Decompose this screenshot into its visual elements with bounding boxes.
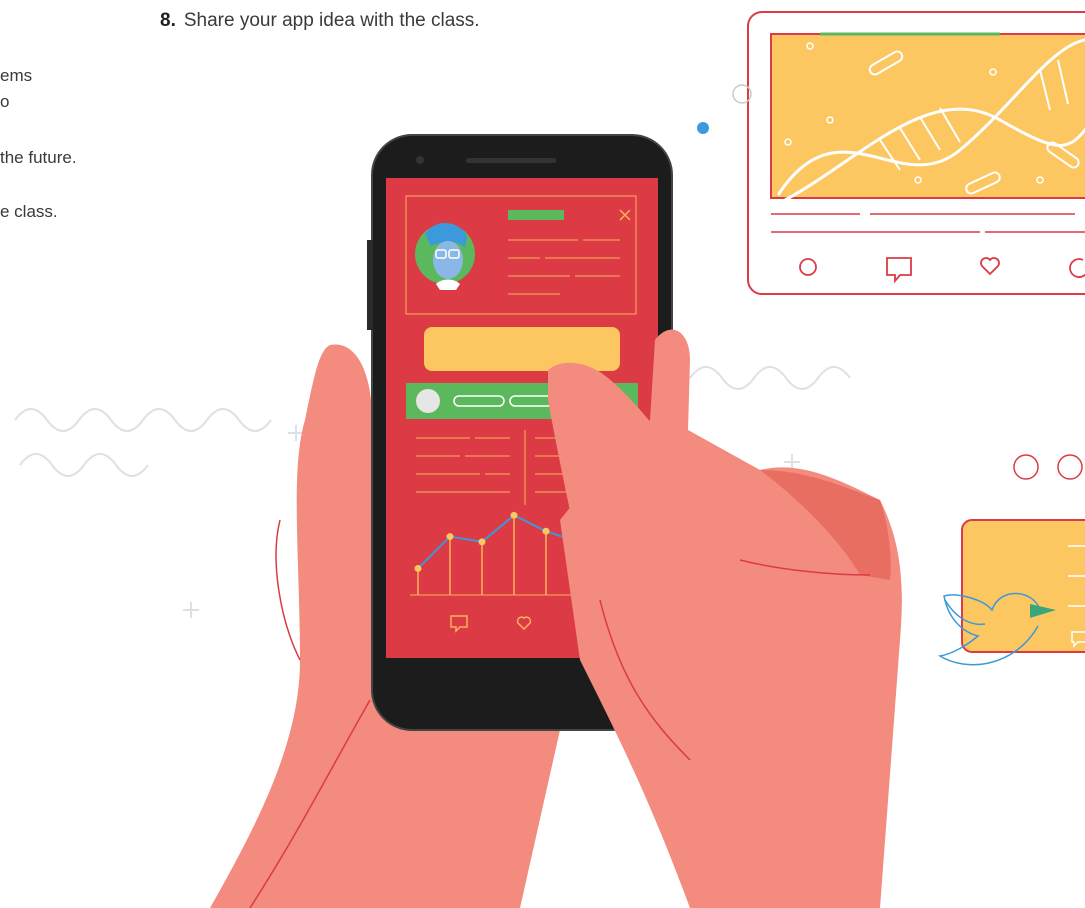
mini-card (961, 519, 1085, 653)
decor-circle-a (1013, 454, 1039, 480)
cta-button (424, 327, 620, 371)
right-hand (548, 329, 902, 908)
chart-point (446, 533, 454, 541)
illustration (14, 11, 1085, 908)
decor-circle-b (1057, 454, 1083, 480)
chart-point (510, 511, 518, 519)
chart-point (542, 527, 550, 535)
social-post-card (747, 11, 1085, 295)
decor-dot (697, 122, 709, 134)
chart-point (478, 538, 486, 546)
chart-point (414, 564, 422, 572)
